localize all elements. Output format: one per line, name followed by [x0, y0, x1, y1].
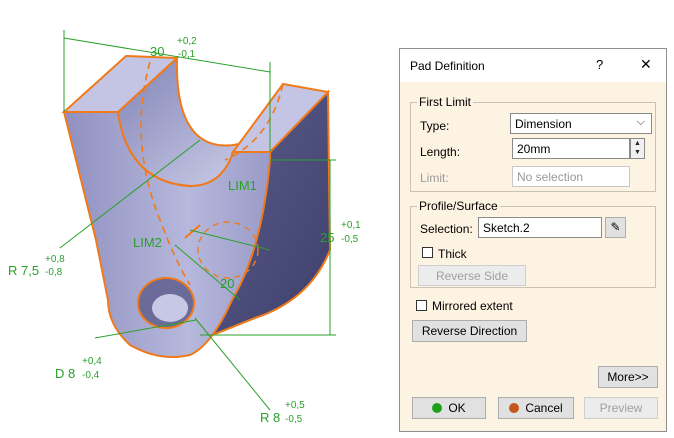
part-viewport[interactable]: 30 +0,2 -0,1 25 +0,1 -0,5 R 7,5 +0,8 -0,…: [0, 0, 395, 438]
more-button[interactable]: More>>: [598, 366, 658, 388]
type-combo[interactable]: Dimension ⌵: [510, 113, 652, 134]
selection-label: Selection:: [420, 222, 473, 236]
sketcher-button[interactable]: ✎: [605, 217, 626, 238]
pad-length-label[interactable]: 20: [220, 276, 234, 291]
cancel-button[interactable]: Cancel: [498, 397, 574, 419]
chevron-down-icon: ⌵: [636, 116, 645, 128]
dim-radius-tol-minus: -0,8: [45, 267, 63, 278]
length-input[interactable]: 20mm: [512, 138, 630, 159]
dim-radius[interactable]: R 7,5: [8, 263, 39, 278]
length-label: Length:: [420, 145, 461, 159]
limit-1-label[interactable]: LIM1: [228, 178, 257, 193]
dim-width-tol-minus: -0,1: [178, 49, 196, 60]
dim-radius-2[interactable]: R 8: [260, 410, 280, 425]
limit-2-label[interactable]: LIM2: [133, 235, 162, 250]
cancel-icon: [509, 403, 520, 413]
reverse-direction-button[interactable]: Reverse Direction: [412, 320, 527, 342]
profile-surface-legend: Profile/Surface: [417, 199, 500, 213]
dim-height-tol-minus: -0,5: [341, 234, 359, 245]
dim-diameter-tol-minus: -0,4: [82, 370, 100, 381]
limit-field[interactable]: No selection: [512, 166, 630, 187]
dim-radius-2-tol-minus: -0,5: [285, 414, 303, 425]
dim-radius-2-tol-plus: +0,5: [285, 400, 305, 411]
mirrored-extent-checkbox[interactable]: [416, 300, 427, 311]
spin-up-icon[interactable]: ▲: [631, 139, 644, 148]
dialog-titlebar[interactable]: Pad Definition ? ✕: [400, 49, 666, 82]
ok-button[interactable]: OK: [412, 397, 486, 419]
pad-definition-dialog: Pad Definition ? ✕ First Limit Type: Dim…: [399, 48, 667, 432]
thick-checkbox[interactable]: [422, 247, 433, 258]
dim-height-tol-plus: +0,1: [341, 220, 361, 231]
selection-field[interactable]: Sketch.2: [478, 217, 602, 238]
mirrored-extent-label: Mirrored extent: [432, 299, 513, 313]
close-icon[interactable]: ✕: [640, 56, 652, 73]
preview-button[interactable]: Preview: [584, 397, 658, 419]
first-limit-legend: First Limit: [417, 95, 473, 109]
reverse-side-button[interactable]: Reverse Side: [418, 265, 526, 286]
dim-width[interactable]: 30: [150, 44, 164, 59]
dim-radius-tol-plus: +0,8: [45, 254, 65, 265]
length-spinner[interactable]: ▲ ▼: [630, 138, 645, 159]
type-label: Type:: [420, 119, 450, 133]
ok-icon: [432, 403, 443, 413]
thick-label: Thick: [438, 247, 467, 261]
dim-height[interactable]: 25: [320, 230, 334, 245]
help-button[interactable]: ?: [596, 57, 603, 72]
dialog-title: Pad Definition: [410, 59, 485, 73]
sketch-edit-icon: ✎: [610, 220, 621, 234]
cancel-label: Cancel: [525, 401, 563, 415]
type-value: Dimension: [515, 117, 572, 131]
dim-diameter-tol-plus: +0,4: [82, 356, 102, 367]
dim-diameter[interactable]: D 8: [55, 366, 75, 381]
spin-down-icon[interactable]: ▼: [631, 148, 644, 157]
limit-label: Limit:: [420, 171, 449, 185]
dim-width-tol-plus: +0,2: [177, 36, 197, 47]
ok-label: OK: [448, 401, 466, 415]
